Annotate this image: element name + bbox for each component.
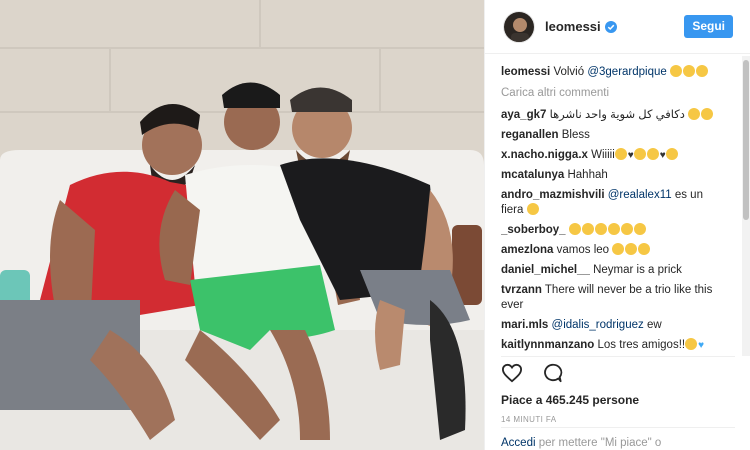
emoji-icon [665, 147, 678, 160]
emoji-icon [614, 147, 627, 160]
login-prompt-text: per mettere "Mi piace" o [538, 437, 662, 449]
load-more-comments[interactable]: Carica altri commenti [501, 82, 727, 105]
comment-text: vamos leo [556, 243, 610, 256]
comment-text: Neymar is a prick [593, 263, 682, 276]
comment-text: Wiiiii [591, 148, 615, 161]
comment-text: Bless [561, 128, 590, 141]
comment: kaitlynnmanzano Los tres amigos!! ♥ [501, 335, 727, 352]
comment-text: دكافي كل شوية واحد ناشرها [549, 108, 685, 121]
comment-text: ew [646, 318, 662, 331]
comment-username[interactable]: daniel_michel__ [501, 264, 590, 276]
post-header: leomessi Segui [485, 0, 750, 54]
comments-scrollbar[interactable] [742, 56, 750, 356]
post-photo[interactable] [0, 0, 484, 450]
comments-list: leomessi Volvió @3gerardpique Carica alt… [501, 62, 727, 352]
comment-bubble-icon[interactable] [541, 363, 565, 385]
emoji-icon [638, 242, 651, 255]
post-side-panel: leomessi Segui leomessi Volvió @3gerardp… [484, 0, 750, 450]
comment: andro_mazmishvili @realalex11 es un fier… [501, 185, 727, 220]
comment: amezlona vamos leo [501, 240, 727, 260]
comment: mcatalunya Hahhah [501, 165, 727, 185]
black-heart-icon: ♥ [627, 149, 634, 161]
comment-mention[interactable]: @idalis_rodriguez [552, 319, 644, 331]
emoji-icon [701, 107, 714, 120]
verified-badge-icon [604, 20, 617, 33]
caption-username[interactable]: leomessi [501, 66, 550, 78]
emoji-icon [594, 222, 607, 235]
emoji-icon [612, 242, 625, 255]
comment-text: Los tres amigos!! [597, 338, 686, 351]
emoji-icon [682, 64, 695, 77]
black-heart-icon: ♥ [659, 149, 666, 161]
emoji-icon [633, 222, 646, 235]
comment: daniel_michel__ Neymar is a prick [501, 260, 727, 280]
comment-username[interactable]: tvrzann [501, 284, 542, 296]
comment: tvrzann There will never be a trio like … [501, 280, 727, 315]
post-timestamp: 14 MINUTI FA [501, 415, 557, 424]
comment: reganallen Bless [501, 125, 727, 145]
emoji-icon [625, 242, 638, 255]
comment-username[interactable]: kaitlynnmanzano [501, 339, 594, 351]
caption-mention[interactable]: @3gerardpique [587, 66, 666, 78]
comment-username[interactable]: x.nacho.nigga.x [501, 149, 588, 161]
login-link[interactable]: Accedi [501, 437, 536, 449]
comment: mari.mls @idalis_rodriguez ew [501, 315, 727, 335]
avatar-image [504, 11, 534, 42]
caption: leomessi Volvió @3gerardpique [501, 62, 727, 82]
login-prompt: Accedi per mettere "Mi piace" o [501, 427, 735, 449]
comment-username[interactable]: amezlona [501, 244, 553, 256]
emoji-icon [568, 222, 581, 235]
comment-username[interactable]: mari.mls [501, 319, 548, 331]
comment-username[interactable]: reganallen [501, 129, 559, 141]
caption-text: Volvió [553, 65, 585, 78]
emoji-icon [526, 202, 539, 215]
emoji-icon [581, 222, 594, 235]
follow-button[interactable]: Segui [684, 15, 733, 38]
emoji-icon [620, 222, 633, 235]
avatar[interactable] [503, 10, 535, 43]
post-actions: Piace a 465.245 persone 14 MINUTI FA [501, 356, 735, 424]
emoji-icon [688, 107, 701, 120]
emoji-icon [695, 64, 708, 77]
comment: aya_gk7 دكافي كل شوية واحد ناشرها [501, 105, 727, 125]
emoji-icon [669, 64, 682, 77]
comment-mention[interactable]: @realalex11 [608, 189, 672, 201]
comment-username[interactable]: _soberboy_ [501, 224, 566, 236]
comment-username[interactable]: aya_gk7 [501, 109, 546, 121]
comment-username[interactable]: mcatalunya [501, 169, 564, 181]
emoji-icon [646, 147, 659, 160]
blue-heart-icon: ♥ [698, 339, 705, 351]
heart-outline-icon[interactable] [501, 363, 525, 385]
comment: _soberboy_ [501, 220, 727, 240]
instagram-post: leomessi Segui leomessi Volvió @3gerardp… [0, 0, 750, 450]
username[interactable]: leomessi [545, 19, 601, 34]
likes-count[interactable]: Piace a 465.245 persone [501, 393, 735, 407]
comment-text: Hahhah [567, 168, 608, 181]
post-photo-image [0, 0, 484, 450]
emoji-icon [685, 337, 698, 350]
comment: x.nacho.nigga.x Wiiiii ♥ ♥ [501, 145, 727, 165]
emoji-icon [633, 147, 646, 160]
comment-username[interactable]: andro_mazmishvili [501, 189, 605, 201]
action-icons [501, 363, 735, 385]
emoji-icon [607, 222, 620, 235]
scrollbar-thumb[interactable] [743, 60, 749, 220]
